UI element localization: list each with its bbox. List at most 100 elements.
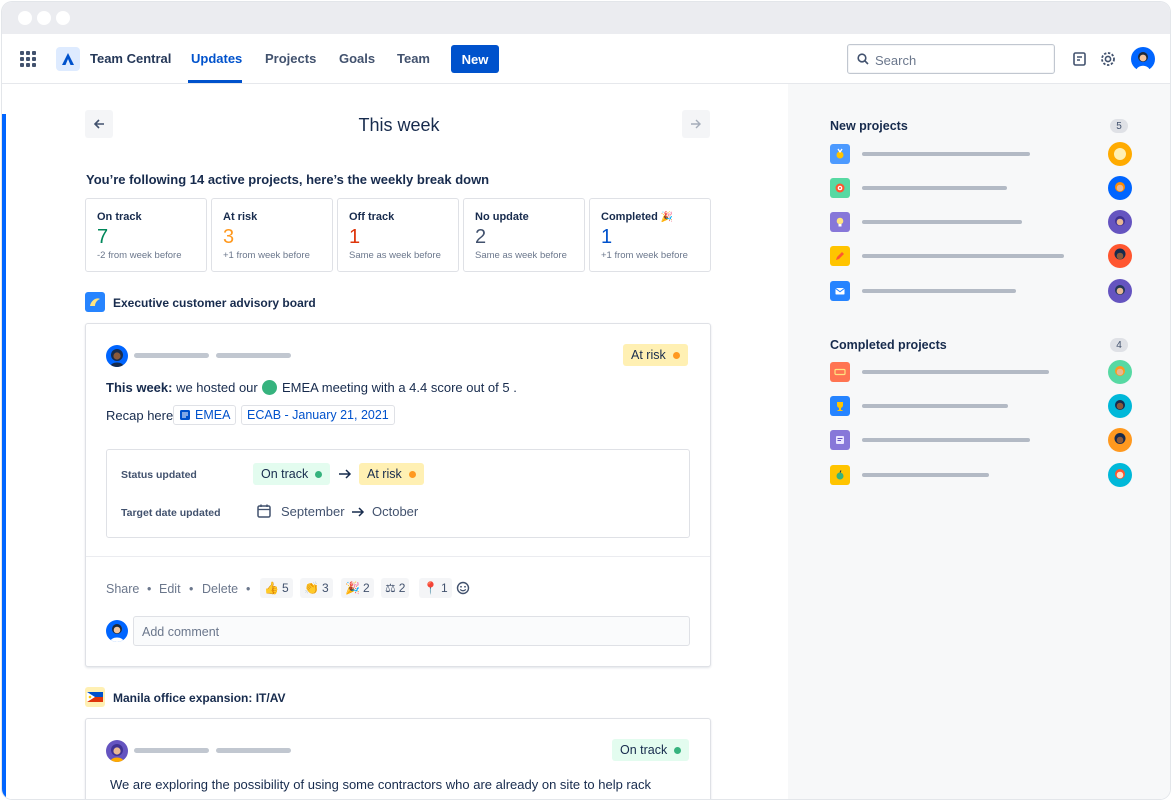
stat-label: On track <box>97 211 142 223</box>
thumbs-up-icon: 👍 <box>264 581 279 595</box>
scales-icon: ⚖ <box>385 581 396 595</box>
owner-avatar <box>1108 176 1132 200</box>
add-reaction-icon[interactable] <box>456 581 470 595</box>
project-name-placeholder <box>862 473 989 477</box>
browser-chrome <box>2 2 1170 34</box>
update-card: On track We are exploring the possibilit… <box>85 718 711 799</box>
document-link[interactable]: EMEA <box>173 405 237 425</box>
philippines-flag-icon <box>85 687 105 707</box>
share-action[interactable]: Share <box>106 582 139 596</box>
recap-label: Recap here: <box>106 408 177 423</box>
settings-gear-icon[interactable] <box>1099 50 1117 68</box>
top-navigation: Team Central Updates Projects Goals Team… <box>2 34 1170 84</box>
stat-off-track[interactable]: Off track 1 Same as week before <box>337 198 459 272</box>
stat-no-update[interactable]: No update 2 Same as week before <box>463 198 585 272</box>
date-change-label: Target date updated <box>121 507 221 519</box>
window-dot[interactable] <box>56 11 70 25</box>
comment-input[interactable]: Add comment <box>133 616 690 646</box>
project-row[interactable] <box>830 360 1150 384</box>
reaction-scales[interactable]: ⚖ 2 <box>381 578 410 598</box>
new-button[interactable]: New <box>451 45 499 73</box>
nav-updates[interactable]: Updates <box>191 51 242 66</box>
stat-on-track[interactable]: On track 7 -2 from week before <box>85 198 207 272</box>
owner-avatar <box>1108 463 1132 487</box>
project-name-placeholder <box>862 254 1064 258</box>
project-row[interactable] <box>830 428 1150 452</box>
update-text: We are exploring the possibility of usin… <box>110 777 651 792</box>
stat-value: 3 <box>223 226 235 248</box>
previous-week-button[interactable] <box>85 110 113 138</box>
project-row[interactable] <box>830 142 1150 166</box>
timestamp-placeholder <box>216 748 291 753</box>
stat-label: Completed 🎉 <box>601 211 674 223</box>
completed-projects-heading: Completed projects <box>830 338 947 352</box>
stat-at-risk[interactable]: At risk 3 +1 from week before <box>211 198 333 272</box>
notes-icon <box>830 430 850 450</box>
to-date: October <box>372 504 419 519</box>
reaction-thumbs-up[interactable]: 👍 5 <box>260 578 293 598</box>
search-placeholder: Search <box>875 53 917 68</box>
nav-goals[interactable]: Goals <box>339 51 375 66</box>
project-row[interactable] <box>830 394 1150 418</box>
new-projects-heading: New projects <box>830 119 908 133</box>
page-link[interactable]: ECAB - January 21, 2021 <box>241 405 395 425</box>
project-row[interactable] <box>830 210 1150 234</box>
project-row[interactable] <box>830 463 1150 487</box>
stat-label: Off track <box>349 211 395 223</box>
reaction-pin[interactable]: 📍 1 <box>419 578 452 598</box>
project-icon <box>85 292 105 312</box>
update-text: This week: we hosted our EMEA meeting wi… <box>106 380 517 395</box>
calendar-icon <box>257 504 271 518</box>
nav-team[interactable]: Team <box>397 51 430 66</box>
stat-value: 7 <box>97 226 109 248</box>
target-icon <box>830 178 850 198</box>
new-projects-count: 5 <box>1110 119 1128 133</box>
project-row[interactable] <box>830 244 1150 268</box>
project-name-placeholder <box>862 438 1030 442</box>
stat-value: 1 <box>601 226 613 248</box>
comment-placeholder: Add comment <box>142 625 220 639</box>
document-icon <box>180 410 190 420</box>
nav-projects[interactable]: Projects <box>265 51 316 66</box>
lightbulb-icon <box>830 212 850 232</box>
project-row[interactable] <box>830 279 1150 303</box>
stat-value: 1 <box>349 226 361 248</box>
search-input[interactable]: Search <box>847 44 1055 74</box>
reaction-clap[interactable]: 👏 3 <box>300 578 333 598</box>
status-badge: On track <box>612 739 690 761</box>
owner-avatar <box>1108 244 1132 268</box>
app-window: Team Central Updates Projects Goals Team… <box>2 2 1170 799</box>
atlassian-logo-icon[interactable] <box>56 47 80 71</box>
globe-icon <box>262 380 278 395</box>
party-popper-icon: 🎉 <box>660 212 674 223</box>
stat-delta: -2 from week before <box>97 250 182 261</box>
update-card: At risk This week: we hosted our EMEA me… <box>85 323 711 667</box>
separator: • <box>147 582 152 596</box>
stat-completed[interactable]: Completed 🎉 1 +1 from week before <box>589 198 711 272</box>
pencil-icon <box>830 246 850 266</box>
trophy-icon <box>830 396 850 416</box>
project-row[interactable] <box>830 176 1150 200</box>
edit-action[interactable]: Edit <box>159 582 181 596</box>
card-divider <box>86 556 710 557</box>
delete-action[interactable]: Delete <box>202 582 238 596</box>
app-switcher-icon[interactable] <box>20 51 36 67</box>
owner-avatar <box>1108 142 1132 166</box>
arrow-right-icon <box>691 119 701 129</box>
user-avatar[interactable] <box>1131 47 1155 71</box>
window-dot[interactable] <box>37 11 51 25</box>
reaction-party[interactable]: 🎉 2 <box>341 578 374 598</box>
change-log: Status updated On track At risk Target d… <box>106 449 690 538</box>
project-title[interactable]: Executive customer advisory board <box>113 296 316 310</box>
window-dot[interactable] <box>18 11 32 25</box>
pin-icon: 📍 <box>423 581 438 595</box>
mail-icon <box>830 281 850 301</box>
feedback-icon[interactable] <box>1071 50 1089 68</box>
author-avatar[interactable] <box>106 740 128 762</box>
owner-avatar <box>1108 279 1132 303</box>
owner-avatar <box>1108 428 1132 452</box>
product-name[interactable]: Team Central <box>90 51 171 66</box>
author-avatar[interactable] <box>106 345 128 367</box>
next-week-button[interactable] <box>682 110 710 138</box>
project-title[interactable]: Manila office expansion: IT/AV <box>113 691 285 705</box>
